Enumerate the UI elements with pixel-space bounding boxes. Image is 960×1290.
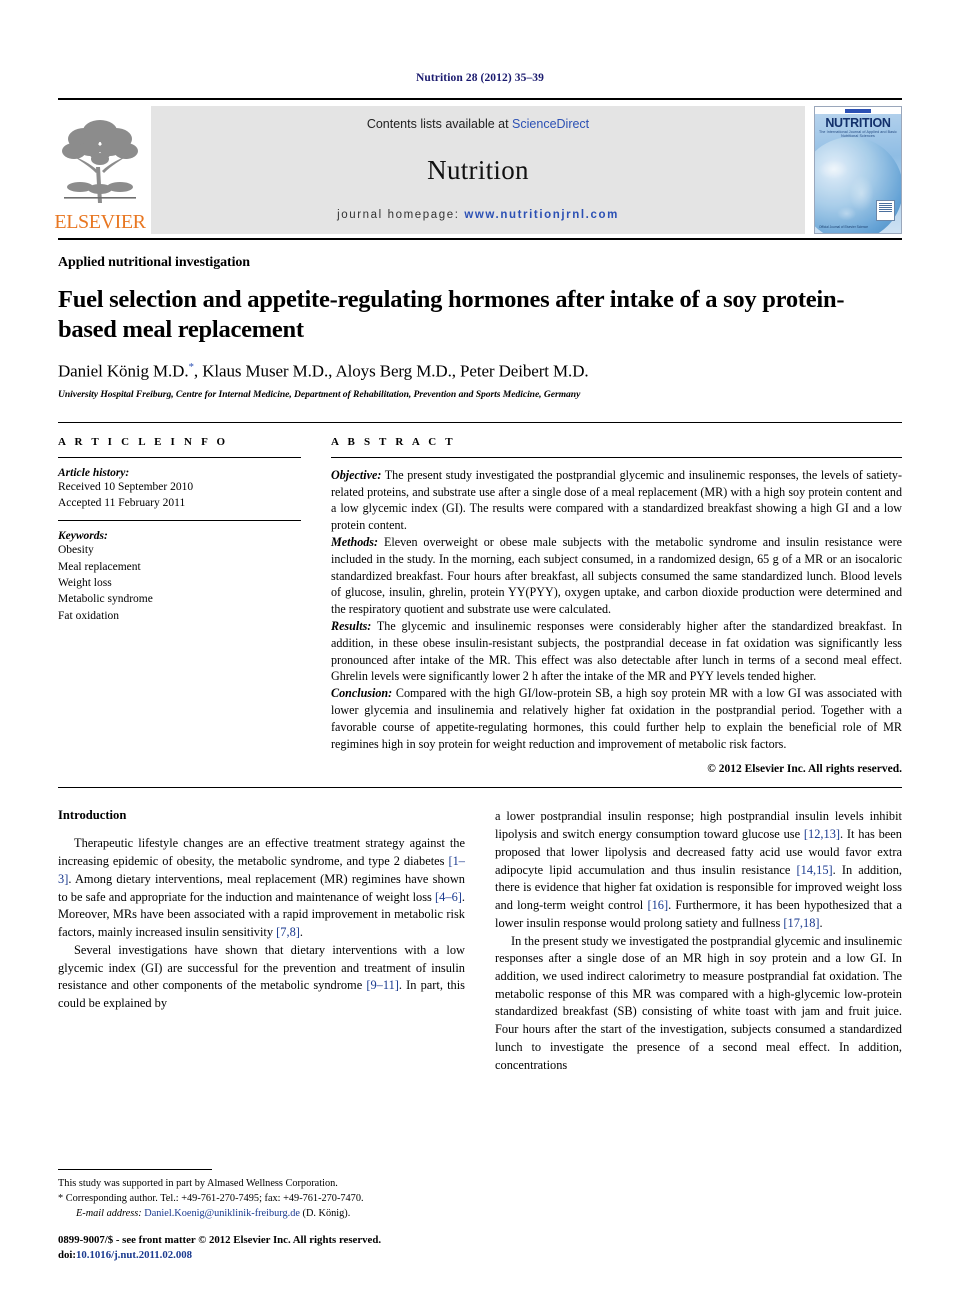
homepage-prefix: journal homepage: (337, 209, 465, 221)
footnote-funding: This study was supported in part by Alma… (58, 1177, 338, 1189)
keyword-item: Weight loss (58, 577, 112, 590)
imprint-block: 0899-9007/$ - see front matter © 2012 El… (58, 1233, 465, 1264)
keywords-label: Keywords: (58, 530, 108, 543)
cover-elsevier-mark-icon (876, 200, 895, 221)
body-paragraph: a lower postprandial insulin response; h… (495, 808, 902, 932)
abstract-rule (331, 456, 902, 458)
issn-line: 0899-9007/$ - see front matter © 2012 El… (58, 1233, 382, 1246)
abstract-objective-text: The present study investigated the postp… (331, 467, 902, 533)
abstract-conclusion: Conclusion: Compared with the high GI/lo… (331, 685, 902, 752)
abstract-methods-label: Methods: (331, 535, 379, 549)
paragraph-text: . Among dietary interventions, meal repl… (58, 871, 465, 904)
abstract-methods-text: Eleven overweight or obese male subjects… (331, 535, 902, 617)
body-column-left: Introduction Therapeutic lifestyle chang… (58, 808, 465, 1074)
page-title: Fuel selection and appetite-regulating h… (58, 286, 845, 343)
cover-footer-text: Official Journal of Elsevier Science (819, 225, 869, 229)
paragraph-text: In the present study we investigated the… (495, 933, 902, 1072)
contents-banner: Contents lists available at ScienceDirec… (151, 106, 805, 234)
abstract-conclusion-text: Compared with the high GI/low-protein SB… (331, 686, 902, 751)
citation-link[interactable]: [17,18] (783, 916, 819, 930)
footnote-email-label: E-mail address: (76, 1207, 142, 1219)
cover-masthead-title: NUTRITION (825, 116, 891, 130)
article-received-date: Received 10 September 2010 (58, 480, 194, 493)
citation-link[interactable]: [12,13] (804, 827, 840, 841)
elsevier-logo: ELSEVIER (54, 106, 146, 234)
article-history-label: Article history: (58, 466, 130, 479)
article-info-column: A R T I C L E I N F O Article history: R… (58, 436, 301, 776)
introduction-right-text: a lower postprandial insulin response; h… (495, 808, 902, 1074)
contents-available-line: Contents lists available at ScienceDirec… (367, 117, 589, 131)
keywords-block: Keywords: Obesity Meal replacement Weigh… (58, 530, 301, 624)
author-list: Daniel König M.D.*, Klaus Muser M.D., Al… (58, 361, 902, 382)
elsevier-tree-icon (60, 115, 140, 211)
info-abstract-block: A R T I C L E I N F O Article history: R… (58, 421, 902, 776)
abstract-results-label: Results: (331, 618, 372, 633)
abstract-results: Results: The glycemic and insulinemic re… (331, 618, 902, 685)
article-info-rule (58, 456, 301, 458)
doi-label: doi: (58, 1249, 76, 1262)
abstract-methods: Methods: Eleven overweight or obese male… (331, 534, 902, 618)
footnotes-block: This study was supported in part by Alma… (58, 1168, 465, 1264)
article-accepted-date: Accepted 11 February 2011 (58, 497, 186, 510)
journal-title: Nutrition (427, 154, 529, 185)
journal-cover-thumbnail: NUTRITION The International Journal of A… (814, 106, 902, 234)
footnote-email-line: E-mail address: Daniel.Koenig@uniklinik-… (58, 1206, 465, 1221)
body-paragraph: In the present study we investigated the… (495, 933, 902, 1075)
citation-link[interactable]: [7,8] (276, 925, 300, 939)
journal-masthead: ELSEVIER Contents lists available at Sci… (54, 98, 902, 234)
abstract-objective: Objective: The present study investigate… (331, 467, 902, 534)
citation-link[interactable]: [16] (647, 898, 668, 912)
cover-volume-bar (845, 108, 871, 113)
article-page: Nutrition 28 (2012) 35–39 ELSEVIER Conte… (0, 0, 960, 1290)
abstract-objective-label: Objective: (331, 467, 382, 482)
paragraph-text: . (299, 925, 304, 940)
body-paragraph: Therapeutic lifestyle changes are an eff… (58, 835, 465, 941)
elsevier-wordmark: ELSEVIER (54, 211, 146, 233)
abstract-results-text: The glycemic and insulinemic responses w… (331, 618, 902, 684)
footnote-text: This study was supported in part by Alma… (58, 1176, 465, 1221)
article-section-label: Applied nutritional investigation (58, 255, 250, 270)
author-rest: , Klaus Muser M.D., Aloys Berg M.D., Pet… (193, 361, 589, 381)
introduction-left-text: Therapeutic lifestyle changes are an eff… (58, 835, 465, 1012)
abstract-body: Objective: The present study investigate… (331, 467, 902, 753)
journal-homepage-line: journal homepage: www.nutritionjrnl.com (337, 209, 619, 221)
contents-prefix: Contents lists available at (366, 117, 513, 131)
author-first: Daniel König M.D. (58, 361, 189, 381)
journal-homepage-link[interactable]: www.nutritionjrnl.com (464, 209, 619, 221)
abstract-copyright: © 2012 Elsevier Inc. All rights reserved… (707, 763, 902, 776)
keyword-item: Meal replacement (58, 560, 141, 573)
keyword-item: Fat oxidation (58, 609, 120, 622)
abstract-column: A B S T R A C T Objective: The present s… (331, 435, 902, 776)
body-column-right: a lower postprandial insulin response; h… (495, 808, 902, 1074)
citation-link[interactable]: [14,15] (797, 863, 833, 877)
citation-link[interactable]: [9–11] (366, 978, 399, 992)
body-columns: Introduction Therapeutic lifestyle chang… (58, 808, 902, 1074)
author-affiliation: University Hospital Freiburg, Centre for… (58, 388, 581, 400)
paragraph-text: Therapeutic lifestyle changes are an eff… (58, 836, 465, 869)
journal-citation: Nutrition 28 (2012) 35–39 (415, 72, 545, 84)
footnote-email-suffix: (D. König). (299, 1207, 351, 1219)
abstract-conclusion-label: Conclusion: (331, 686, 393, 701)
abstract-heading: A B S T R A C T (331, 435, 456, 448)
masthead-bottom-rule (58, 238, 902, 240)
footnote-corresponding: * Corresponding author. Tel.: +49-761-27… (58, 1192, 364, 1204)
introduction-heading: Introduction (58, 808, 127, 823)
sciencedirect-link[interactable]: ScienceDirect (512, 117, 589, 131)
doi-line: doi:10.1016/j.nut.2011.02.008 (58, 1248, 465, 1264)
article-info-heading: A R T I C L E I N F O (58, 435, 229, 448)
body-paragraph: Several investigations have shown that d… (58, 942, 465, 1013)
citation-link[interactable]: [4–6] (435, 890, 462, 904)
doi-link[interactable]: 10.1016/j.nut.2011.02.008 (76, 1249, 192, 1261)
keyword-item: Obesity (58, 544, 94, 557)
footnote-email-link[interactable]: Daniel.Koenig@uniklinik-freiburg.de (144, 1208, 300, 1219)
abstract-bottom-rule (58, 787, 902, 789)
paragraph-text: . (819, 915, 823, 930)
footnote-rule (58, 1168, 212, 1170)
keywords-rule (58, 520, 301, 522)
keyword-item: Metabolic syndrome (58, 593, 153, 606)
